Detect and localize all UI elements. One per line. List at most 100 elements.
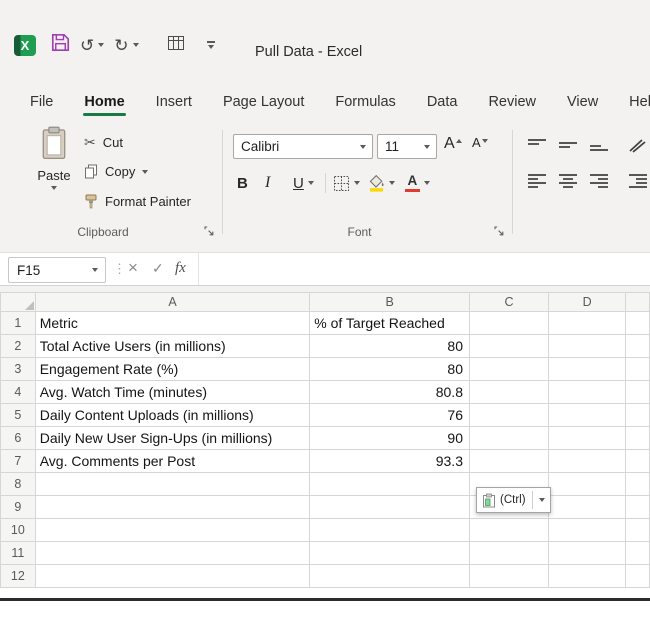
cell-C2[interactable]	[468, 334, 550, 358]
cell-D12[interactable]	[548, 564, 627, 588]
cell-D1[interactable]	[548, 311, 627, 335]
font-color-button[interactable]: A	[404, 174, 430, 192]
cell-C7[interactable]	[468, 449, 550, 473]
customize-quick-access-button[interactable]	[206, 41, 215, 49]
cell-E6[interactable]	[625, 426, 650, 450]
cut-button[interactable]: ✂ Cut	[84, 134, 123, 151]
cell-B7[interactable]: 93.3	[309, 449, 470, 473]
cell-D4[interactable]	[548, 380, 627, 404]
name-box-chevron-icon[interactable]	[92, 268, 98, 272]
cell-A1[interactable]: Metric	[34, 311, 311, 335]
borders-button[interactable]	[333, 175, 360, 192]
row-header-11[interactable]: 11	[0, 541, 36, 565]
cell-C12[interactable]	[468, 564, 550, 588]
cell-B9[interactable]	[309, 495, 470, 519]
cell-D6[interactable]	[548, 426, 627, 450]
enter-button[interactable]: ✓	[152, 260, 164, 277]
cell-B11[interactable]	[309, 541, 470, 565]
tab-file[interactable]: File	[28, 94, 55, 120]
column-header-B[interactable]: B	[309, 292, 470, 312]
paste-options-button[interactable]: (Ctrl)	[476, 487, 551, 513]
row-header-4[interactable]: 4	[0, 380, 36, 404]
paste-button[interactable]: Paste	[28, 126, 80, 218]
cell-E1[interactable]	[625, 311, 650, 335]
row-header-5[interactable]: 5	[0, 403, 36, 427]
row-header-6[interactable]: 6	[0, 426, 36, 450]
touch-mouse-mode-button[interactable]	[167, 35, 185, 56]
cell-B8[interactable]	[309, 472, 470, 496]
copy-dropdown-icon[interactable]	[142, 169, 149, 174]
font-dialog-launcher-icon[interactable]	[494, 226, 504, 236]
redo-button[interactable]: ↻	[114, 37, 139, 54]
increase-font-size-button[interactable]: A	[444, 136, 462, 152]
font-name-select[interactable]: Calibri	[233, 134, 373, 159]
insert-function-button[interactable]: fx	[175, 260, 186, 277]
align-center-button[interactable]	[557, 172, 579, 190]
cell-B3[interactable]: 80	[309, 357, 470, 381]
undo-button[interactable]: ↺	[80, 37, 105, 54]
align-left-button[interactable]	[526, 172, 548, 190]
cell-D7[interactable]	[548, 449, 627, 473]
cell-E5[interactable]	[625, 403, 650, 427]
orientation-button[interactable]	[627, 136, 649, 154]
cell-A12[interactable]	[34, 564, 311, 588]
paste-options-dropdown-icon[interactable]	[538, 498, 545, 502]
cell-D10[interactable]	[548, 518, 627, 542]
cell-C10[interactable]	[468, 518, 550, 542]
cell-A2[interactable]: Total Active Users (in millions)	[34, 334, 311, 358]
font-size-select[interactable]: 11	[377, 134, 437, 159]
tab-home[interactable]: Home	[82, 94, 126, 120]
tab-insert[interactable]: Insert	[154, 94, 194, 120]
row-header-7[interactable]: 7	[0, 449, 36, 473]
cell-A10[interactable]	[34, 518, 311, 542]
cell-A8[interactable]	[34, 472, 311, 496]
cell-B6[interactable]: 90	[309, 426, 470, 450]
row-header-3[interactable]: 3	[0, 357, 36, 381]
cell-C3[interactable]	[468, 357, 550, 381]
cell-C4[interactable]	[468, 380, 550, 404]
cell-C11[interactable]	[468, 541, 550, 565]
name-box[interactable]: F15	[8, 257, 106, 283]
cell-D9[interactable]	[548, 495, 627, 519]
cell-E9[interactable]	[625, 495, 650, 519]
cell-D3[interactable]	[548, 357, 627, 381]
cell-E4[interactable]	[625, 380, 650, 404]
cell-E7[interactable]	[625, 449, 650, 473]
cell-A3[interactable]: Engagement Rate (%)	[34, 357, 311, 381]
formula-input[interactable]	[198, 253, 650, 285]
fill-color-dropdown-icon[interactable]	[388, 181, 395, 185]
column-header-E[interactable]	[625, 292, 650, 312]
save-button[interactable]	[51, 33, 70, 57]
tab-view[interactable]: View	[565, 94, 600, 120]
cell-A11[interactable]	[34, 541, 311, 565]
tab-formulas[interactable]: Formulas	[333, 94, 397, 120]
underline-dropdown-icon[interactable]	[307, 181, 314, 185]
cell-D11[interactable]	[548, 541, 627, 565]
undo-dropdown-icon[interactable]	[98, 43, 105, 47]
tab-data[interactable]: Data	[425, 94, 460, 120]
row-header-1[interactable]: 1	[0, 311, 36, 335]
copy-button[interactable]: Copy	[84, 164, 149, 179]
cell-E8[interactable]	[625, 472, 650, 496]
font-color-dropdown-icon[interactable]	[423, 181, 430, 185]
borders-dropdown-icon[interactable]	[353, 181, 360, 185]
cell-D2[interactable]	[548, 334, 627, 358]
cell-B10[interactable]	[309, 518, 470, 542]
row-header-10[interactable]: 10	[0, 518, 36, 542]
cell-A6[interactable]: Daily New User Sign-Ups (in millions)	[34, 426, 311, 450]
cancel-button[interactable]: ×	[128, 258, 138, 278]
cell-A7[interactable]: Avg. Comments per Post	[34, 449, 311, 473]
decrease-indent-button[interactable]	[627, 172, 649, 190]
row-header-2[interactable]: 2	[0, 334, 36, 358]
cell-B2[interactable]: 80	[309, 334, 470, 358]
bottom-align-button[interactable]	[588, 136, 610, 154]
tab-help[interactable]: Help	[627, 94, 650, 120]
cell-D8[interactable]	[548, 472, 627, 496]
tab-review[interactable]: Review	[486, 94, 538, 120]
cell-E11[interactable]	[625, 541, 650, 565]
column-header-A[interactable]: A	[34, 292, 311, 312]
redo-dropdown-icon[interactable]	[132, 43, 139, 47]
cell-C1[interactable]	[468, 311, 550, 335]
format-painter-button[interactable]: Format Painter	[84, 194, 191, 209]
paste-dropdown-icon[interactable]	[51, 186, 57, 190]
